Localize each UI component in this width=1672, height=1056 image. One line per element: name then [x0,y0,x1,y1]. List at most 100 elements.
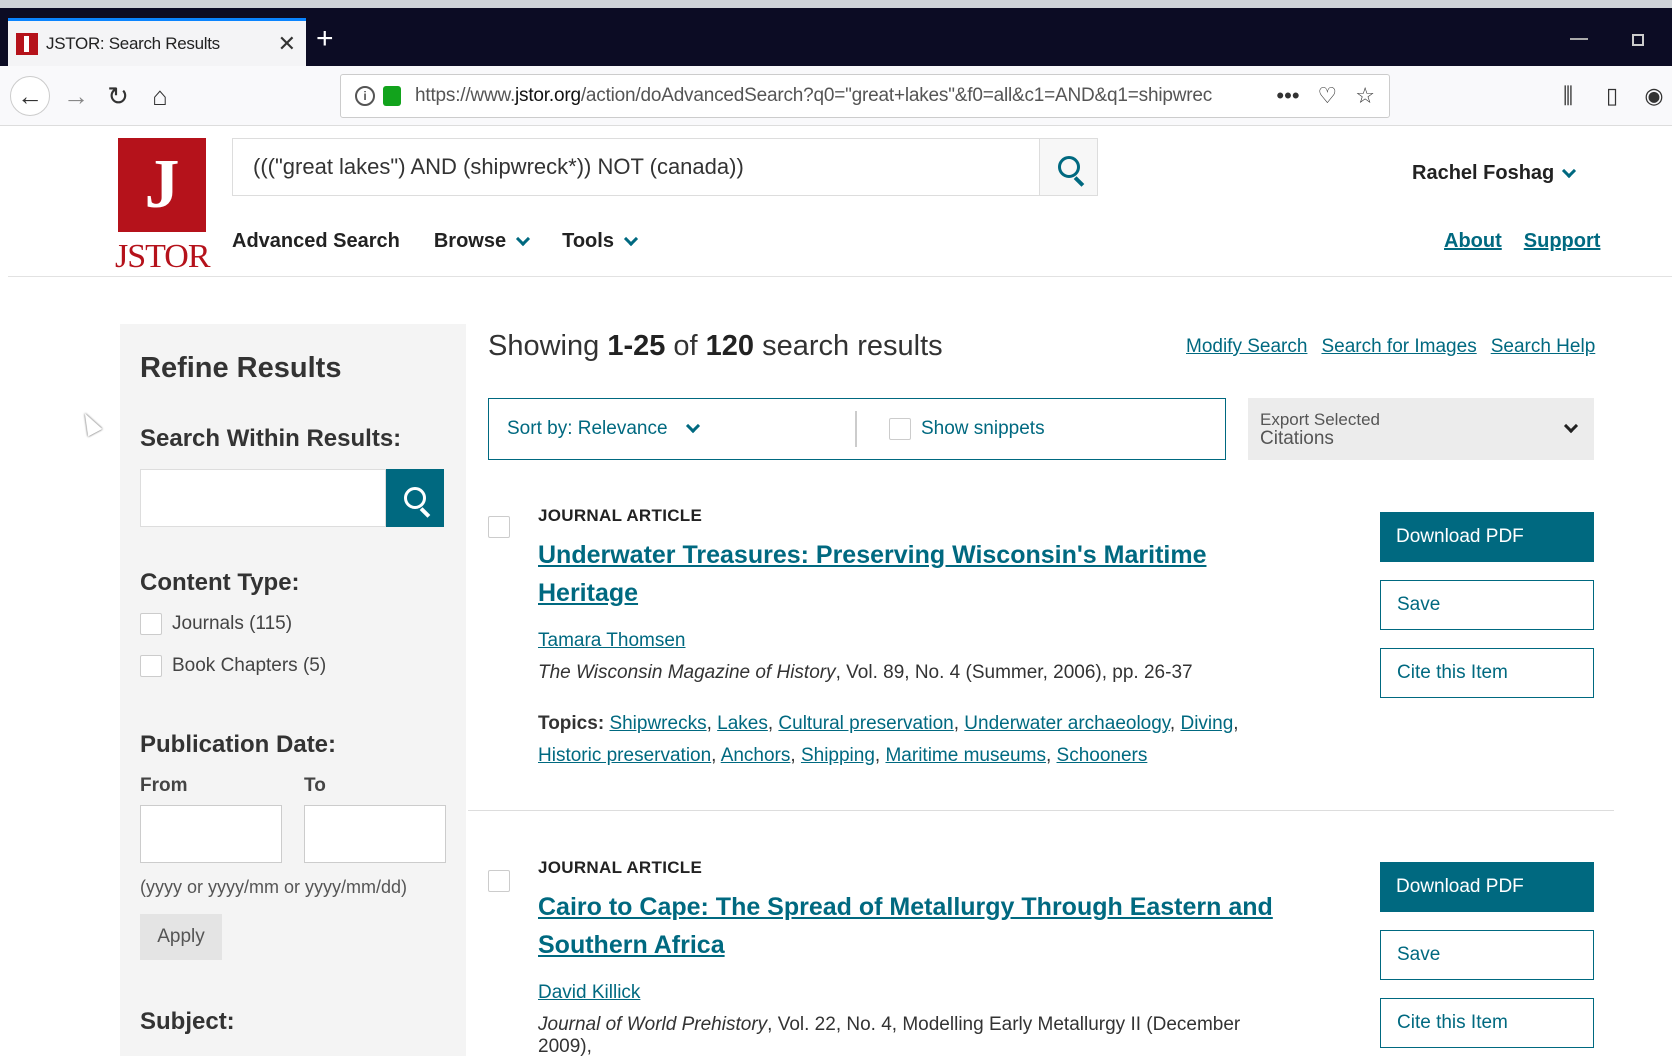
account-icon[interactable]: ◉ [1634,76,1672,116]
chevron-down-icon [623,231,639,246]
subject-label: Subject: [140,1008,235,1035]
nav-advanced-search[interactable]: Advanced Search [232,230,400,253]
within-search-button[interactable] [386,469,444,527]
more-icon[interactable]: ••• [1276,83,1299,109]
window-top-strip [0,0,1672,8]
journals-checkbox[interactable] [140,613,162,635]
header-links: About Support [1444,230,1600,253]
result-title-link[interactable]: Cairo to Cape: The Spread of Metallurgy … [538,888,1298,964]
export-citations-dropdown[interactable]: Export Selected Citations [1248,398,1594,460]
browser-tab[interactable]: JSTOR: Search Results ✕ [8,18,306,66]
result-author-link[interactable]: David Killick [538,982,640,1003]
chevron-down-icon [685,418,700,434]
header-divider [8,276,1672,277]
url-bar[interactable]: i https://www.jstor.org/action/doAdvance… [340,74,1390,118]
sort-dropdown[interactable]: Sort by: Relevance [489,411,857,447]
sort-bar: Sort by: Relevance Show snippets [488,398,1226,460]
reload-icon[interactable]: ↻ [98,76,138,116]
date-hint: (yyyy or yyyy/mm or yyyy/mm/dd) [140,877,408,897]
result-select-checkbox[interactable] [488,870,510,892]
nav-tools[interactable]: Tools [562,230,639,253]
result-select-checkbox[interactable] [488,516,510,538]
to-label: To [304,775,326,796]
user-menu[interactable]: Rachel Foshag [1412,162,1577,185]
result-type: JOURNAL ARTICLE [538,858,703,877]
topic-link[interactable]: Diving [1180,713,1233,734]
topic-link[interactable]: Shipwrecks [609,713,706,734]
tab-close-icon[interactable]: ✕ [278,31,296,57]
jstor-logo-text[interactable]: JSTOR [115,238,211,276]
search-images-link[interactable]: Search for Images [1321,336,1476,358]
result-topics: Topics: Shipwrecks, Lakes, Cultural pres… [538,713,1239,766]
topic-link[interactable]: Maritime museums [885,745,1045,766]
nav-browse[interactable]: Browse [434,230,531,253]
about-link[interactable]: About [1444,230,1502,253]
topic-link[interactable]: Underwater archaeology [964,713,1170,734]
filter-journals[interactable]: Journals (115) [140,613,446,635]
within-results-input[interactable] [140,469,386,527]
library-icon[interactable]: ⫼ [1548,76,1588,116]
result-links: Modify Search Search for Images Search H… [1186,336,1595,358]
chevron-down-icon [516,231,531,246]
search-button[interactable] [1039,139,1097,195]
save-button[interactable]: Save [1380,580,1594,630]
result-divider [468,810,1614,811]
new-tab-icon[interactable]: + [316,22,334,56]
modify-search-link[interactable]: Modify Search [1186,336,1307,358]
user-name: Rachel Foshag [1412,162,1555,184]
save-button[interactable]: Save [1380,930,1594,980]
show-snippets-toggle[interactable]: Show snippets [857,418,1045,440]
cite-item-button[interactable]: Cite this Item [1380,998,1594,1048]
filter-book-chapters[interactable]: Book Chapters (5) [140,655,446,677]
date-to-input[interactable] [304,805,446,863]
within-label: Search Within Results: [140,425,402,452]
snippets-checkbox[interactable] [889,418,911,440]
topic-link[interactable]: Shipping [801,745,875,766]
refine-sidebar: Refine Results Search Within Results: Co… [120,324,466,1056]
info-icon[interactable]: i [355,86,375,106]
jstor-logo[interactable]: J [118,138,206,232]
support-link[interactable]: Support [1524,230,1601,253]
results-count: Showing 1-25 of 120 search results [488,330,943,362]
date-from-input[interactable] [140,805,282,863]
pocket-icon[interactable]: ♡ [1318,83,1338,109]
main-nav: Advanced Search Browse Tools [232,230,639,253]
jstor-favicon-icon [16,32,38,55]
download-pdf-button[interactable]: Download PDF [1380,862,1594,912]
back-icon[interactable]: ← [10,76,50,116]
home-icon[interactable]: ⌂ [140,76,180,116]
result-title-link[interactable]: Underwater Treasures: Preserving Wiscons… [538,536,1298,612]
download-pdf-button[interactable]: Download PDF [1380,512,1594,562]
topic-link[interactable]: Schooners [1057,745,1148,766]
restore-icon[interactable] [1632,34,1644,46]
refine-title: Refine Results [140,352,342,384]
chevron-down-icon [1563,418,1579,434]
search-input[interactable] [233,139,1039,195]
cite-item-button[interactable]: Cite this Item [1380,648,1594,698]
result-type: JOURNAL ARTICLE [538,506,703,525]
book-chapters-checkbox[interactable] [140,655,162,677]
apply-button[interactable]: Apply [140,914,222,960]
topic-link[interactable]: Historic preservation [538,745,711,766]
star-icon[interactable]: ☆ [1355,83,1375,109]
result-citation: The Wisconsin Magazine of History, Vol. … [538,662,1193,683]
search-icon [1057,156,1080,178]
url-text[interactable]: https://www.jstor.org/action/doAdvancedS… [415,85,1276,107]
main-search [232,138,1098,196]
chevron-down-icon [1562,163,1577,178]
pub-date-label: Publication Date: [140,731,337,758]
topic-link[interactable]: Cultural preservation [778,713,953,734]
content-type-label: Content Type: [140,569,300,596]
minimize-icon[interactable] [1570,38,1588,40]
lock-icon[interactable] [383,86,401,106]
result-citation: Journal of World Prehistory, Vol. 22, No… [538,1014,1241,1056]
sidebar-icon[interactable]: ▯ [1592,76,1632,116]
browser-toolbar: ← → ↻ ⌂ i https://www.jstor.org/action/d… [0,66,1672,126]
topic-link[interactable]: Lakes [717,713,768,734]
search-icon [404,487,426,509]
topic-link[interactable]: Anchors [721,745,791,766]
search-help-link[interactable]: Search Help [1491,336,1596,358]
result-author-link[interactable]: Tamara Thomsen [538,630,686,651]
mouse-cursor-icon [77,409,103,437]
forward-icon[interactable]: → [56,76,96,116]
